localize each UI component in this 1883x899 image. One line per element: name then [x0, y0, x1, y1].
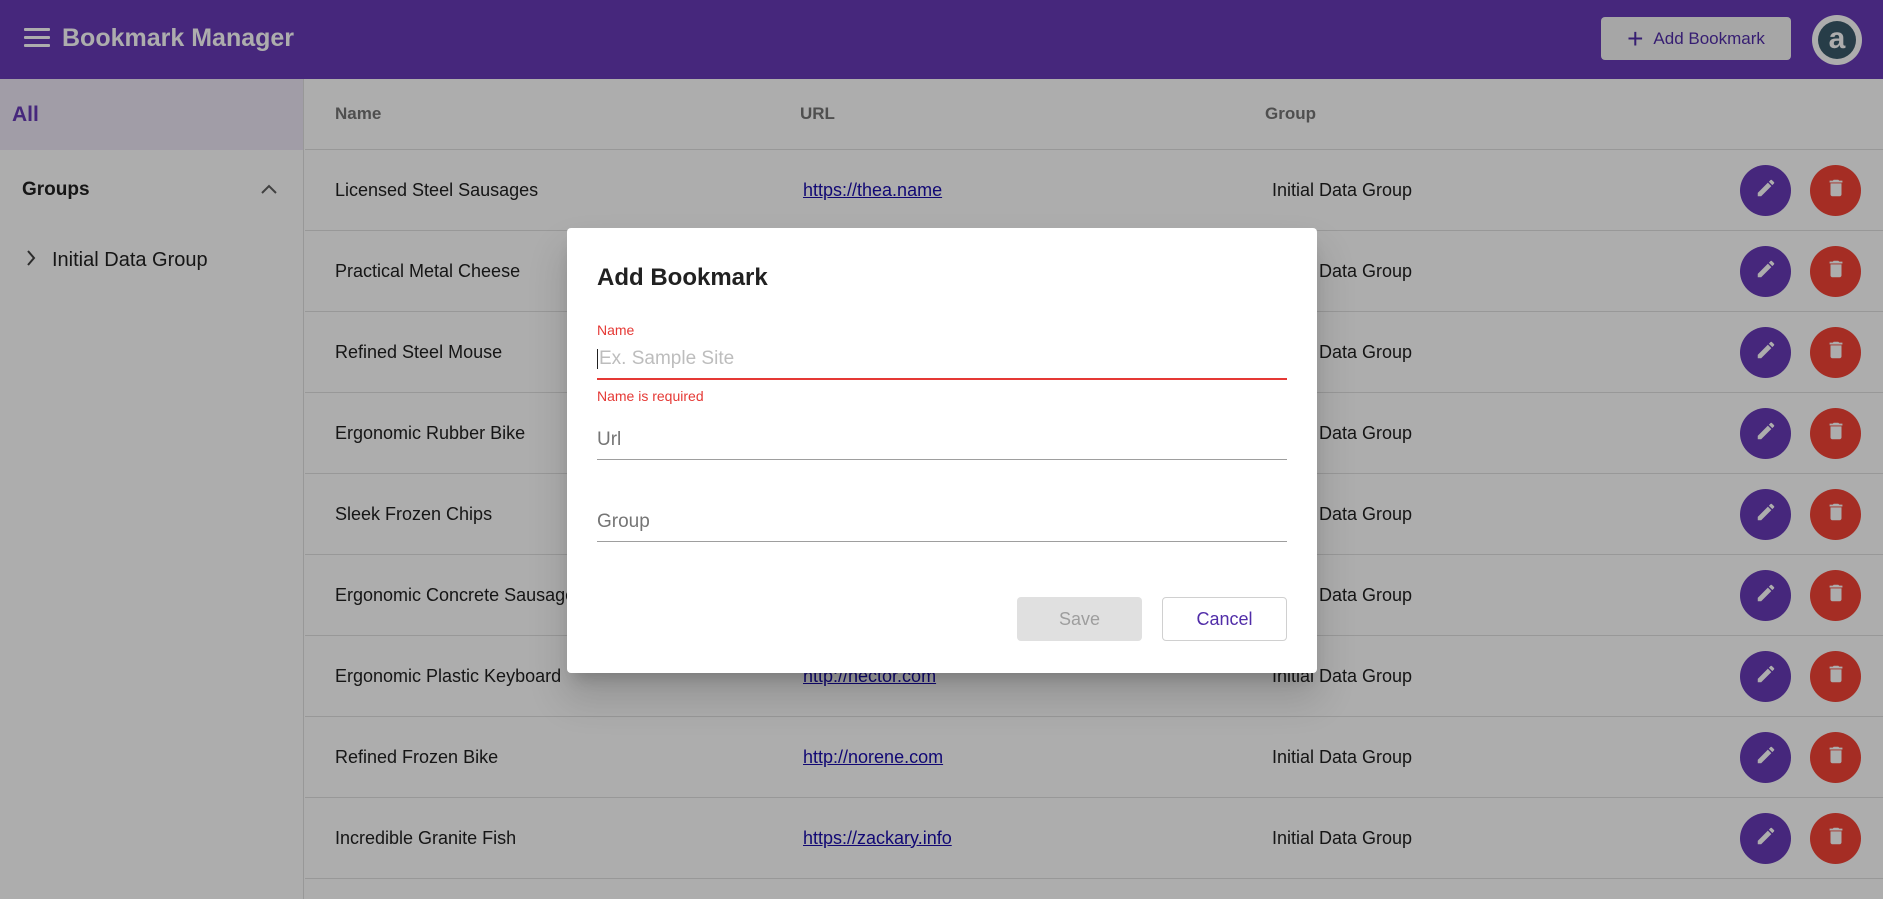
name-label: Name	[597, 322, 635, 338]
cancel-button[interactable]: Cancel	[1162, 597, 1287, 641]
name-field[interactable]: Name Ex. Sample Site Name is required	[597, 322, 1287, 404]
group-field[interactable]: Group	[597, 511, 1287, 542]
url-field[interactable]: Url	[597, 429, 1287, 460]
save-button[interactable]: Save	[1017, 597, 1142, 641]
name-input[interactable]: Ex. Sample Site	[597, 338, 1287, 380]
group-input[interactable]: Group	[597, 511, 1287, 542]
url-input[interactable]: Url	[597, 429, 1287, 460]
dialog-title: Add Bookmark	[597, 264, 768, 291]
name-error: Name is required	[597, 388, 704, 404]
add-bookmark-dialog: Add Bookmark Name Ex. Sample Site Name i…	[567, 228, 1317, 673]
